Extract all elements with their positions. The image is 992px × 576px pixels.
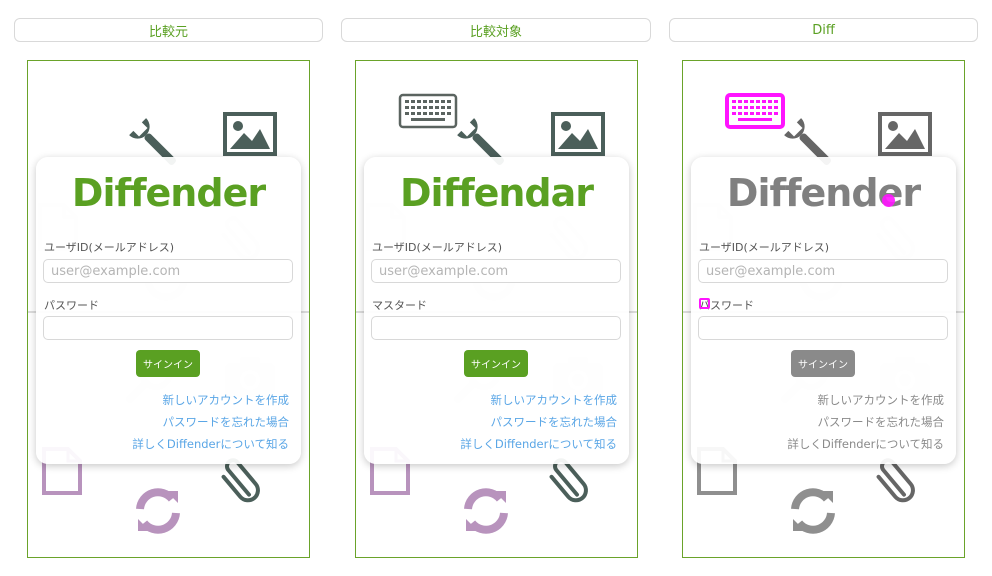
user-id-placeholder: user@example.com xyxy=(51,264,181,279)
tab-diff[interactable]: Diff xyxy=(669,18,978,42)
login-card: Diffender ユーザID(メールアドレス) user@example.com パ… xyxy=(36,157,301,464)
diff-marker-logo xyxy=(882,194,895,207)
keyboard-icon xyxy=(398,93,458,133)
refresh-icon xyxy=(787,485,839,541)
password-input[interactable] xyxy=(371,316,621,340)
app-logo: Diffender xyxy=(71,171,266,215)
tab-source-label: 比較元 xyxy=(148,24,188,40)
diff-marker-label xyxy=(699,298,710,309)
forgot-password-link[interactable]: パスワードを忘れた場合 xyxy=(818,414,945,430)
tab-target-label: 比較対象 xyxy=(469,24,522,40)
learn-more-link[interactable]: 詳しくDiffenderについて知る xyxy=(132,436,289,452)
signin-button[interactable]: サインイン xyxy=(464,350,528,377)
refresh-icon xyxy=(460,485,512,541)
image-icon xyxy=(222,111,278,161)
user-id-input[interactable]: user@example.com xyxy=(43,259,293,283)
password-label: パスワード xyxy=(44,299,99,312)
user-id-label: ユーザID(メールアドレス) xyxy=(699,241,830,254)
app-logo: Diffendar xyxy=(399,171,594,215)
signin-button[interactable]: サインイン xyxy=(136,350,200,377)
user-id-placeholder: user@example.com xyxy=(706,264,836,279)
create-account-link[interactable]: 新しいアカウントを作成 xyxy=(163,392,290,408)
diff-panel: Diffender ユーザID(メールアドレス) user@example.com パ… xyxy=(682,60,965,558)
keyboard-icon xyxy=(725,93,785,133)
login-card: Diffendar ユーザID(メールアドレス) user@example.com マ… xyxy=(364,157,629,464)
user-id-placeholder: user@example.com xyxy=(379,264,509,279)
signin-button[interactable]: サインイン xyxy=(791,350,855,377)
app-logo: Diffender xyxy=(726,171,921,215)
forgot-password-link[interactable]: パスワードを忘れた場合 xyxy=(491,414,618,430)
password-label: マスタード xyxy=(372,299,427,312)
source-panel: Diffender ユーザID(メールアドレス) user@example.com パ… xyxy=(27,60,310,558)
tab-target[interactable]: 比較対象 xyxy=(341,18,651,42)
user-id-label: ユーザID(メールアドレス) xyxy=(372,241,503,254)
login-card: Diffender ユーザID(メールアドレス) user@example.com パ… xyxy=(691,157,956,464)
refresh-icon xyxy=(132,485,184,541)
user-id-label: ユーザID(メールアドレス) xyxy=(44,241,175,254)
password-input[interactable] xyxy=(698,316,948,340)
create-account-link[interactable]: 新しいアカウントを作成 xyxy=(491,392,618,408)
user-id-input[interactable]: user@example.com xyxy=(698,259,948,283)
forgot-password-link[interactable]: パスワードを忘れた場合 xyxy=(163,414,290,430)
tab-source[interactable]: 比較元 xyxy=(14,18,323,42)
target-panel: Diffendar ユーザID(メールアドレス) user@example.com マ… xyxy=(355,60,638,558)
learn-more-link[interactable]: 詳しくDiffenderについて知る xyxy=(787,436,944,452)
tab-diff-label: Diff xyxy=(812,22,835,38)
image-icon xyxy=(877,111,933,161)
image-icon xyxy=(550,111,606,161)
password-input[interactable] xyxy=(43,316,293,340)
create-account-link[interactable]: 新しいアカウントを作成 xyxy=(818,392,945,408)
learn-more-link[interactable]: 詳しくDiffenderについて知る xyxy=(460,436,617,452)
user-id-input[interactable]: user@example.com xyxy=(371,259,621,283)
